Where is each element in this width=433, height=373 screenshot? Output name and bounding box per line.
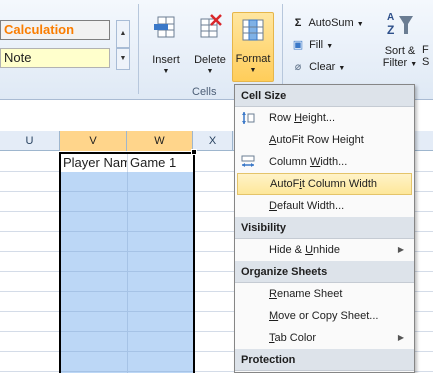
menu-item-rename-sheet[interactable]: Rename Sheet [235, 283, 414, 305]
row-height-accelerator: H [294, 112, 303, 124]
column-header-v[interactable]: V [60, 131, 127, 151]
move-copy-accelerator: M [269, 310, 279, 322]
autofit-column-text-after: t Column Width [301, 178, 378, 190]
delete-cells-button[interactable]: Delete ▼ [190, 6, 230, 88]
submenu-arrow-icon: ▶ [397, 245, 404, 254]
find-select-icon [422, 8, 433, 44]
menu-item-move-copy-sheet[interactable]: Move or Copy Sheet... [235, 305, 414, 327]
style-note[interactable]: Note [0, 48, 110, 68]
column-width-accelerator: W [309, 156, 321, 168]
svg-text:A: A [387, 12, 394, 23]
autosum-button[interactable]: Σ AutoSum ▼ [290, 14, 364, 32]
format-label: Format [235, 53, 271, 65]
column-width-icon [241, 155, 255, 167]
selection-border [59, 152, 195, 373]
insert-cells-icon [154, 16, 175, 38]
section-organize-sheets: Organize Sheets [235, 261, 414, 283]
autosum-label: AutoSum [308, 17, 354, 29]
fill-dropdown-arrow-icon: ▼ [326, 43, 334, 50]
menu-item-hide-unhide[interactable]: Hide & Unhide ▶ [235, 239, 414, 261]
fill-label: Fill [309, 39, 324, 51]
insert-cells-button[interactable]: Insert ▼ [146, 6, 186, 88]
rename-sheet-accelerator: R [269, 288, 277, 300]
section-cell-size: Cell Size [235, 85, 414, 107]
row-height-text-before: Row [269, 112, 295, 124]
sort-filter-button[interactable]: A Z Sort & Filter ▼ [378, 8, 422, 71]
delete-label: Delete [194, 54, 226, 66]
menu-item-default-width[interactable]: Default Width... [235, 195, 414, 217]
column-width-text-after: idth... [320, 156, 348, 168]
menu-item-autofit-row-height[interactable]: AutoFit Row Height [235, 129, 414, 151]
delete-cells-icon [200, 14, 222, 38]
column-header-x[interactable]: X [193, 131, 233, 151]
default-width-text-after: efault Width... [276, 200, 345, 212]
hide-unhide-text-after: nhide [313, 244, 340, 256]
section-protection: Protection [235, 349, 414, 371]
column-width-text-before: Column [269, 156, 310, 168]
insert-label: Insert [152, 54, 180, 66]
row-height-text-after: eight... [302, 112, 336, 124]
fill-handle[interactable] [191, 149, 197, 155]
hide-unhide-text-before: Hide & [269, 244, 306, 256]
sort-filter-label-line1: Sort & [384, 45, 416, 57]
styles-gallery-scroll-up-button[interactable]: ▲ [116, 20, 130, 48]
group-separator [138, 4, 139, 94]
format-dropdown-menu: Cell Size Row Height... AutoFit Row Heig… [234, 84, 415, 373]
menu-item-autofit-column-width[interactable]: AutoFit Column Width [237, 173, 412, 195]
find-select-label-line2: S [422, 56, 430, 68]
menu-item-column-width[interactable]: Column Width... [235, 151, 414, 173]
format-cells-icon [242, 19, 264, 41]
insert-dropdown-arrow-icon: ▼ [162, 68, 170, 75]
tab-color-text-after: ab Color [274, 332, 317, 344]
cells-group-label: Cells [192, 86, 217, 98]
sort-filter-dropdown-arrow-icon: ▼ [410, 61, 418, 68]
rename-sheet-text-after: ename Sheet [276, 288, 343, 300]
format-cells-button[interactable]: Format ▼ [232, 12, 274, 82]
autofit-row-text-after: utoFit Row Height [276, 134, 364, 146]
clear-button[interactable]: ⌀ Clear ▼ [290, 58, 346, 76]
style-calculation[interactable]: Calculation [0, 20, 110, 40]
autofit-column-text-before: AutoF [270, 178, 300, 190]
menu-item-row-height[interactable]: Row Height... [235, 107, 414, 129]
menu-item-tab-color[interactable]: Tab Color ▶ [235, 327, 414, 349]
group-separator [282, 4, 283, 94]
sort-filter-label-line2: Filter ▼ [378, 57, 422, 71]
fill-button[interactable]: ▣ Fill ▼ [290, 36, 333, 54]
section-visibility: Visibility [235, 217, 414, 239]
clear-label: Clear [309, 61, 336, 73]
styles-gallery-more-button[interactable]: ▼ [116, 48, 130, 70]
sort-filter-icon: A Z [387, 12, 413, 37]
eraser-icon: ⌀ [294, 61, 302, 73]
find-select-label-line1: F [422, 44, 429, 56]
fill-down-icon: ▣ [292, 39, 304, 51]
autosum-dropdown-arrow-icon: ▼ [356, 21, 364, 28]
sort-filter-label-line2-text: Filter [382, 57, 408, 69]
column-header-u[interactable]: U [0, 131, 60, 151]
column-header-w[interactable]: W [127, 131, 193, 151]
format-dropdown-arrow-icon: ▼ [249, 67, 257, 74]
submenu-arrow-icon: ▶ [397, 333, 404, 342]
row-height-icon [242, 112, 255, 124]
delete-dropdown-arrow-icon: ▼ [206, 68, 214, 75]
default-width-accelerator: D [269, 200, 277, 212]
hide-unhide-accelerator: U [305, 244, 314, 256]
find-select-button-partial[interactable]: F S [422, 8, 433, 68]
sigma-icon: Σ [294, 17, 302, 29]
clear-dropdown-arrow-icon: ▼ [338, 65, 346, 72]
svg-text:Z: Z [387, 23, 394, 37]
move-copy-text-after: ove or Copy Sheet... [278, 310, 379, 322]
